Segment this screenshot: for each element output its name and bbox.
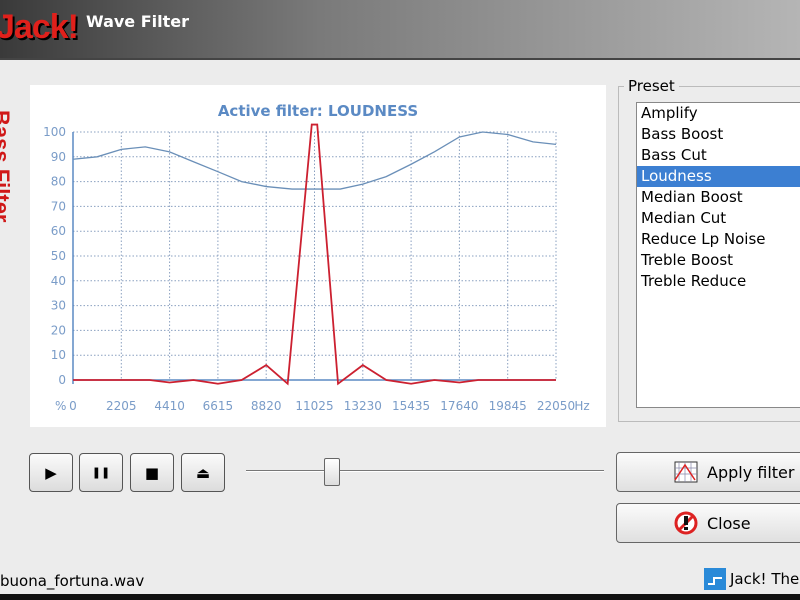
x-tick-label: 0: [69, 399, 77, 413]
x-tick-label: 19845: [489, 399, 527, 413]
preset-item[interactable]: Bass Boost: [637, 124, 800, 145]
filter-chart-icon: [674, 461, 698, 483]
x-unit-label: Hz: [574, 399, 589, 413]
preset-item[interactable]: Treble Boost: [637, 250, 800, 271]
position-slider[interactable]: [246, 470, 604, 472]
y-tick-label: 70: [51, 199, 66, 213]
apply-filter-button[interactable]: Apply filter: [616, 452, 800, 492]
bottom-border: [0, 594, 800, 600]
app-logo: Jack!: [0, 8, 79, 46]
app-icon: [704, 568, 726, 590]
preset-item[interactable]: Bass Cut: [637, 145, 800, 166]
y-tick-label: 80: [51, 175, 66, 189]
preset-label: Preset: [624, 77, 679, 95]
y-tick-label: 60: [51, 224, 66, 238]
close-button[interactable]: Close: [616, 503, 800, 543]
y-tick-label: 90: [51, 150, 66, 164]
play-button[interactable]: ▶: [29, 453, 73, 492]
x-tick-label: 4410: [154, 399, 185, 413]
preset-item[interactable]: Median Cut: [637, 208, 800, 229]
pause-button[interactable]: ❚❚: [79, 453, 123, 492]
x-tick-label: 15435: [392, 399, 430, 413]
x-tick-label: 11025: [295, 399, 333, 413]
chart-title: Active filter: LOUDNESS: [218, 102, 418, 120]
eject-icon: ⏏: [195, 463, 211, 482]
filter-chart: Active filter: LOUDNESS 0 2205 4410 6615 8820…: [30, 85, 606, 427]
preset-item[interactable]: Amplify: [637, 103, 800, 124]
x-tick-label: 8820: [251, 399, 282, 413]
y-unit-label: %: [55, 399, 66, 413]
preset-item[interactable]: Loudness: [637, 166, 800, 187]
y-tick-label: 10: [51, 348, 66, 362]
stop-icon: ■: [144, 463, 160, 482]
x-tick-label: 6615: [203, 399, 234, 413]
y-tick-label: 0: [58, 373, 66, 387]
y-tick-label: 30: [51, 299, 66, 313]
preset-list[interactable]: Amplify Bass Boost Bass Cut Loudness Median …: [636, 102, 800, 408]
x-tick-label: 22050: [537, 399, 575, 413]
x-tick-label: 17640: [440, 399, 478, 413]
y-tick-label: 40: [51, 274, 66, 288]
x-tick-label: 2205: [106, 399, 137, 413]
y-tick-label: 100: [43, 125, 66, 139]
close-icon: [674, 511, 698, 535]
y-tick-label: 50: [51, 249, 66, 263]
y-tick-label: 20: [51, 323, 66, 337]
status-brand: Jack! The: [704, 568, 799, 590]
stop-button[interactable]: ■: [130, 453, 174, 492]
preset-item[interactable]: Treble Reduce: [637, 271, 800, 292]
eject-button[interactable]: ⏏: [181, 453, 225, 492]
preset-item[interactable]: Reduce Lp Noise: [637, 229, 800, 250]
preset-item[interactable]: Median Boost: [637, 187, 800, 208]
play-icon: ▶: [45, 463, 57, 482]
window-title: Wave Filter: [86, 12, 190, 31]
position-slider-thumb[interactable]: [323, 458, 340, 486]
status-filename: buona_fortuna.wav: [0, 572, 145, 590]
pause-icon: ❚❚: [91, 466, 111, 479]
series-line-1: [73, 123, 556, 386]
title-bar: Jack! Wave Filter: [0, 0, 800, 60]
side-brand-banner: Bass Filter: [0, 110, 14, 223]
x-tick-label: 13230: [344, 399, 382, 413]
filter-chart-svg: Active filter: LOUDNESS 0 2205 4410 6615 8820…: [43, 102, 590, 413]
